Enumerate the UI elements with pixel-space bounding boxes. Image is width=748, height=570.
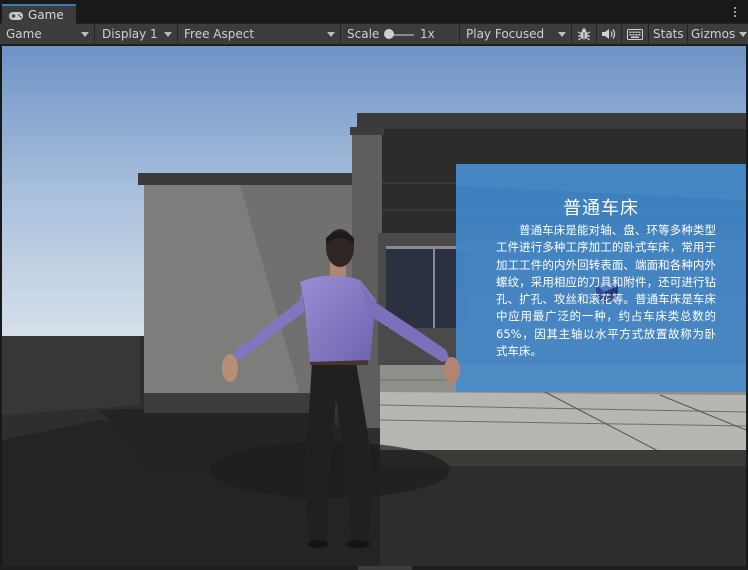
gizmos-dropdown[interactable]: Gizmos <box>688 24 748 44</box>
bug-icon[interactable] <box>572 24 597 44</box>
panel-title: 普通车床 <box>563 198 639 219</box>
chevron-down-icon <box>81 31 89 37</box>
chevron-down-icon <box>558 31 566 37</box>
view-mode-label: Game <box>6 27 42 41</box>
scale-slider-handle[interactable] <box>384 29 394 39</box>
window <box>386 248 468 328</box>
more-options-icon[interactable] <box>730 4 740 20</box>
gizmos-label: Gizmos <box>691 27 736 41</box>
scale-value: 1x <box>420 27 435 41</box>
game-view-toolbar: Game Display 1 Free Aspect Scale 1x Play… <box>0 24 748 45</box>
view-mode-dropdown[interactable]: Game <box>0 24 95 44</box>
stats-button[interactable]: Stats <box>649 24 688 44</box>
chevron-down-icon <box>164 31 172 37</box>
tab-game-label: Game <box>28 8 64 22</box>
aspect-dropdown[interactable]: Free Aspect <box>178 24 341 44</box>
play-mode-dropdown[interactable]: Play Focused <box>460 24 572 44</box>
panel-description: 普通车床是能对轴、盘、环等多种类型工件进行多种工序加工的卧式车床，常用于加工工件… <box>496 223 716 359</box>
speaker-icon[interactable] <box>597 24 622 44</box>
stats-label: Stats <box>653 27 684 41</box>
right-building-roof <box>357 113 746 129</box>
keyboard-icon[interactable] <box>622 24 649 44</box>
chevron-down-icon <box>327 31 335 37</box>
window-tab-bar: Game <box>0 0 748 24</box>
chevron-down-icon <box>739 31 748 37</box>
aspect-label: Free Aspect <box>184 27 255 41</box>
game-viewport[interactable]: 普通车床 普通车床是能对轴、盘、环等多种类型工件进行多种工序加工的卧式车床，常用… <box>2 46 746 566</box>
gamepad-icon <box>8 10 24 20</box>
display-dropdown[interactable]: Display 1 <box>96 24 178 44</box>
viewport-scrollbar-thumb[interactable] <box>358 566 412 570</box>
display-label: Display 1 <box>102 27 158 41</box>
left-building-roof <box>138 173 358 185</box>
tab-game[interactable]: Game <box>2 4 76 24</box>
scale-label: Scale <box>347 27 380 41</box>
play-mode-label: Play Focused <box>466 27 545 41</box>
